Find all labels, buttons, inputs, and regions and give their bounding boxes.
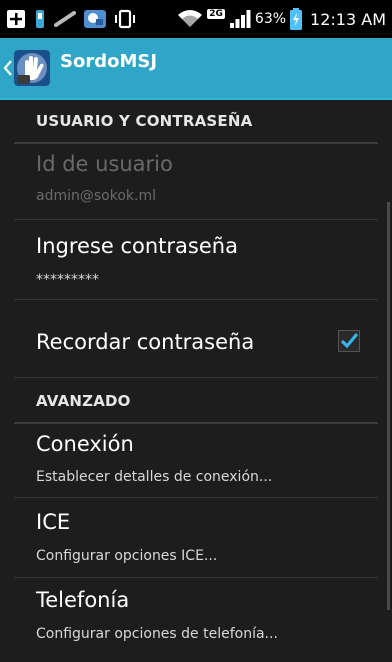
remember-password-checkbox[interactable] [338, 330, 360, 352]
pref-telephony[interactable]: Telefonía Configurar opciones de telefon… [14, 578, 378, 662]
battery-charging-icon [290, 8, 303, 30]
clock: 12:13 AM [310, 9, 386, 29]
pref-connection-title: Conexión [36, 432, 134, 456]
chevron-left-icon[interactable] [2, 37, 14, 99]
section-header-user: USUARIO Y CONTRASEÑA [14, 100, 378, 144]
notification-icons [6, 8, 136, 30]
scrollbar[interactable] [387, 202, 390, 610]
signal-icon [229, 9, 251, 29]
pref-password[interactable]: Ingrese contraseña ********* [14, 220, 378, 300]
preferences-list: USUARIO Y CONTRASEÑA Id de usuario admin… [0, 100, 392, 662]
checkmark-icon [340, 332, 359, 349]
pref-connection[interactable]: Conexión Establecer detalles de conexión… [14, 424, 378, 498]
battery-percentage: 63% [254, 11, 287, 27]
pref-telephony-title: Telefonía [36, 588, 130, 612]
add-icon [6, 9, 26, 29]
app-title: SordoMSJ [60, 50, 158, 72]
pref-ice[interactable]: ICE Configurar opciones ICE... [14, 498, 378, 578]
system-icons: 2G 63% 12:13 AM [177, 8, 386, 30]
app-notification-icon [83, 8, 107, 30]
pref-ice-summary: Configurar opciones ICE... [36, 548, 218, 564]
pref-remember-password-title: Recordar contraseña [36, 330, 255, 354]
wifi-icon [177, 9, 203, 29]
usb-debug-icon [33, 9, 47, 29]
notification-icon [54, 9, 76, 29]
pref-password-title: Ingrese contraseña [36, 234, 238, 258]
vibrate-icon [114, 9, 136, 29]
pref-remember-password[interactable]: Recordar contraseña [14, 300, 378, 378]
pref-ice-title: ICE [36, 510, 71, 534]
pref-telephony-summary: Configurar opciones de telefonía... [36, 626, 278, 642]
pref-user-id: Id de usuario admin@sokok.ml [14, 144, 378, 220]
pref-connection-summary: Establecer detalles de conexión... [36, 469, 273, 485]
section-header-advanced: AVANZADO [14, 380, 378, 424]
pref-user-id-summary: admin@sokok.ml [36, 188, 156, 204]
status-bar: 2G 63% 12:13 AM [0, 0, 392, 38]
pref-user-id-title: Id de usuario [36, 152, 173, 176]
sign-language-hand-icon[interactable] [14, 50, 50, 86]
action-bar: SordoMSJ [0, 38, 392, 100]
pref-password-summary: ********* [36, 272, 99, 288]
network-badge: 2G [207, 9, 225, 19]
